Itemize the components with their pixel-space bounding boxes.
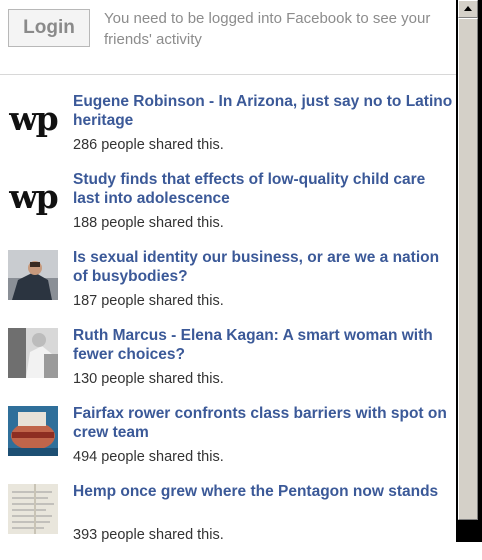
share-count: 286 people shared this. (73, 137, 224, 153)
login-bar: Login You need to be logged into Faceboo… (0, 0, 456, 75)
scroll-up-arrow-icon[interactable] (458, 0, 478, 18)
scrollbar-thumb[interactable] (458, 18, 478, 520)
article-title-link[interactable]: Hemp once grew where the Pentagon now st… (73, 482, 453, 501)
scrollbar[interactable] (456, 0, 482, 542)
login-message: You need to be logged into Facebook to s… (104, 10, 431, 48)
login-button[interactable]: Login (8, 9, 90, 47)
article-thumbnail-image[interactable] (8, 406, 58, 456)
share-count: 188 people shared this. (73, 215, 224, 231)
activity-list: wp Eugene Robinson - In Arizona, just sa… (0, 92, 456, 560)
list-item: Is sexual identity our business, or are … (0, 248, 456, 326)
list-item: Ruth Marcus - Elena Kagan: A smart woman… (0, 326, 456, 404)
scrollbar-track[interactable] (458, 520, 478, 542)
share-count: 130 people shared this. (73, 371, 224, 387)
article-thumbnail-image[interactable] (8, 250, 58, 300)
article-title-link[interactable]: Fairfax rower confronts class barriers w… (73, 404, 453, 442)
share-count: 494 people shared this. (73, 449, 224, 465)
list-item: Hemp once grew where the Pentagon now st… (0, 482, 456, 560)
list-item: wp Eugene Robinson - In Arizona, just sa… (0, 92, 456, 170)
article-title-link[interactable]: Study finds that effects of low-quality … (73, 170, 453, 208)
article-title-link[interactable]: Is sexual identity our business, or are … (73, 248, 453, 286)
article-thumbnail-image[interactable] (8, 328, 58, 378)
article-title-link[interactable]: Ruth Marcus - Elena Kagan: A smart woman… (73, 326, 453, 364)
share-count: 393 people shared this. (73, 527, 224, 543)
list-item: Fairfax rower confronts class barriers w… (0, 404, 456, 482)
share-count: 187 people shared this. (73, 293, 224, 309)
article-thumbnail-image[interactable] (8, 484, 58, 534)
washington-post-logo-icon[interactable]: wp (8, 94, 58, 144)
article-title-link[interactable]: Eugene Robinson - In Arizona, just say n… (73, 92, 453, 130)
washington-post-logo-icon[interactable]: wp (8, 172, 58, 222)
list-item: wp Study finds that effects of low-quali… (0, 170, 456, 248)
